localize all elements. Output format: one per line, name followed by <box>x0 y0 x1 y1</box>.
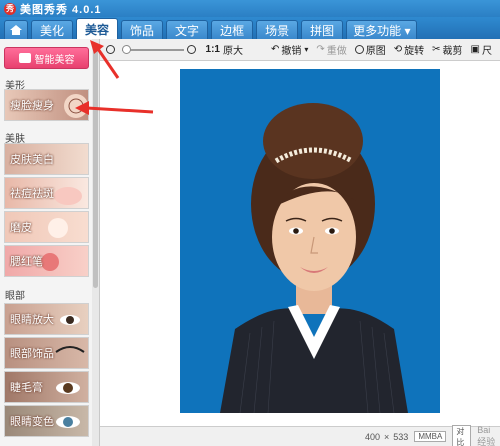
app-title: 美图秀秀 4.0.1 <box>20 3 102 16</box>
section-title-eyes: 眼部 <box>5 291 25 302</box>
zoom-slider-knob[interactable] <box>122 44 131 54</box>
tool-label: 眼部饰品 <box>10 348 54 360</box>
undo-button[interactable]: ↶ 撤销 ▾ <box>271 42 308 57</box>
tab-collage[interactable]: 拼图 <box>301 20 344 39</box>
tool-label: 磨皮 <box>10 222 32 234</box>
tool-skin-smoothing[interactable]: 磨皮 <box>4 211 89 243</box>
crop-label: 裁剪 <box>442 46 463 57</box>
edit-toolbar: 1:1 原大 ↶ 撤销 ▾ ↷ 重做 原图 ⟲ 旋转 ✂ 裁剪 ▣ 尺 <box>100 39 500 61</box>
resize-icon: ▣ <box>470 44 480 55</box>
zoom-in-button[interactable] <box>186 45 198 54</box>
sidebar-scrollbar[interactable] <box>92 39 99 446</box>
smart-beauty-button[interactable]: 智能美容 <box>4 47 89 69</box>
original-image-icon <box>354 45 364 54</box>
tab-home[interactable] <box>4 20 28 39</box>
rotate-button[interactable]: ⟲ 旋转 <box>394 42 424 57</box>
tool-label: 眼睛放大 <box>10 314 54 326</box>
tool-acne-removal[interactable]: 祛痘祛斑 <box>4 177 89 209</box>
tool-label: 瘦脸瘦身 <box>10 100 54 112</box>
undo-icon: ↶ <box>270 44 280 55</box>
portrait-photo[interactable] <box>180 69 440 413</box>
tool-blush-brush[interactable]: 腮红笔 <box>4 245 89 277</box>
tab-accessories[interactable]: 饰品 <box>121 20 164 39</box>
redo-button[interactable]: ↷ 重做 <box>316 42 346 57</box>
crop-icon: ✂ <box>432 44 441 55</box>
tab-more-features[interactable]: 更多功能 ▾ <box>346 20 418 39</box>
actual-size-label: 原大 <box>222 46 243 57</box>
dimension-separator: × <box>384 431 390 442</box>
tool-label: 祛痘祛斑 <box>10 188 54 200</box>
zoom-in-icon <box>186 45 196 54</box>
tool-eye-color[interactable]: 眼睛变色 <box>4 405 89 437</box>
status-badge: MMBA <box>414 431 447 442</box>
zoom-out-button[interactable] <box>106 45 117 54</box>
main-tab-bar: 美化 美容 饰品 文字 边框 场景 拼图 更多功能 ▾ <box>0 17 500 39</box>
tab-beauty[interactable]: 美容 <box>76 18 119 39</box>
redo-label: 重做 <box>326 46 347 57</box>
zoom-slider[interactable] <box>122 44 184 54</box>
tool-label: 睫毛膏 <box>10 382 43 394</box>
portrait-illustration <box>220 103 408 413</box>
tab-scenes[interactable]: 场景 <box>256 20 299 39</box>
mascara-thumbnail <box>56 382 80 394</box>
resize-button[interactable]: ▣ 尺 <box>471 42 492 57</box>
beauty-tools-sidebar: 智能美容 美形 瘦脸瘦身 美肤 皮肤美白 祛痘祛斑 磨皮 腮红笔 眼部 眼睛放大… <box>0 39 100 446</box>
compare-button[interactable]: 对比 <box>452 424 472 446</box>
editing-canvas[interactable] <box>100 61 500 426</box>
original-image-label: 原图 <box>365 46 386 57</box>
sidebar-scroll-thumb[interactable] <box>93 43 98 288</box>
magic-wand-icon <box>18 53 31 63</box>
actual-size-button[interactable]: 1:1 原大 <box>206 42 243 57</box>
tab-text[interactable]: 文字 <box>166 20 209 39</box>
tool-eye-enlarge[interactable]: 眼睛放大 <box>4 303 89 335</box>
title-bar: 秀 美图秀秀 4.0.1 <box>0 0 500 17</box>
smoothing-thumbnail <box>48 218 68 238</box>
tool-mascara[interactable]: 睫毛膏 <box>4 371 89 403</box>
tool-label: 眼睛变色 <box>10 416 54 428</box>
redo-icon: ↷ <box>316 44 325 55</box>
tab-beautify[interactable]: 美化 <box>31 20 74 39</box>
rotate-icon: ⟲ <box>393 44 403 55</box>
status-bar: 400 × 533 MMBA 对比 Bai 经验 <box>100 424 500 446</box>
tool-label: 皮肤美白 <box>10 154 54 166</box>
crop-button[interactable]: ✂ 裁剪 <box>432 42 462 57</box>
resize-label: 尺 <box>482 46 492 57</box>
undo-label: 撤销 <box>281 46 302 57</box>
tool-slim-face[interactable]: 瘦脸瘦身 <box>4 89 89 121</box>
tab-frames[interactable]: 边框 <box>211 20 254 39</box>
original-image-button[interactable]: 原图 <box>354 42 386 57</box>
app-logo-icon: 秀 <box>4 2 16 15</box>
rotate-label: 旋转 <box>404 46 425 57</box>
image-height: 533 <box>393 431 409 442</box>
tool-skin-whitening[interactable]: 皮肤美白 <box>4 143 89 175</box>
smart-beauty-label: 智能美容 <box>34 54 75 66</box>
watermark-text: Bai 经验 <box>477 425 496 446</box>
tool-eye-accessories[interactable]: 眼部饰品 <box>4 337 89 369</box>
zoom-out-icon <box>106 45 115 54</box>
actual-size-ratio: 1:1 <box>205 44 220 55</box>
blush-thumbnail <box>41 253 59 271</box>
chevron-down-icon[interactable]: ▾ <box>304 45 308 54</box>
image-width: 400 <box>365 431 381 442</box>
tool-label: 腮红笔 <box>10 256 43 268</box>
home-icon <box>10 25 22 35</box>
